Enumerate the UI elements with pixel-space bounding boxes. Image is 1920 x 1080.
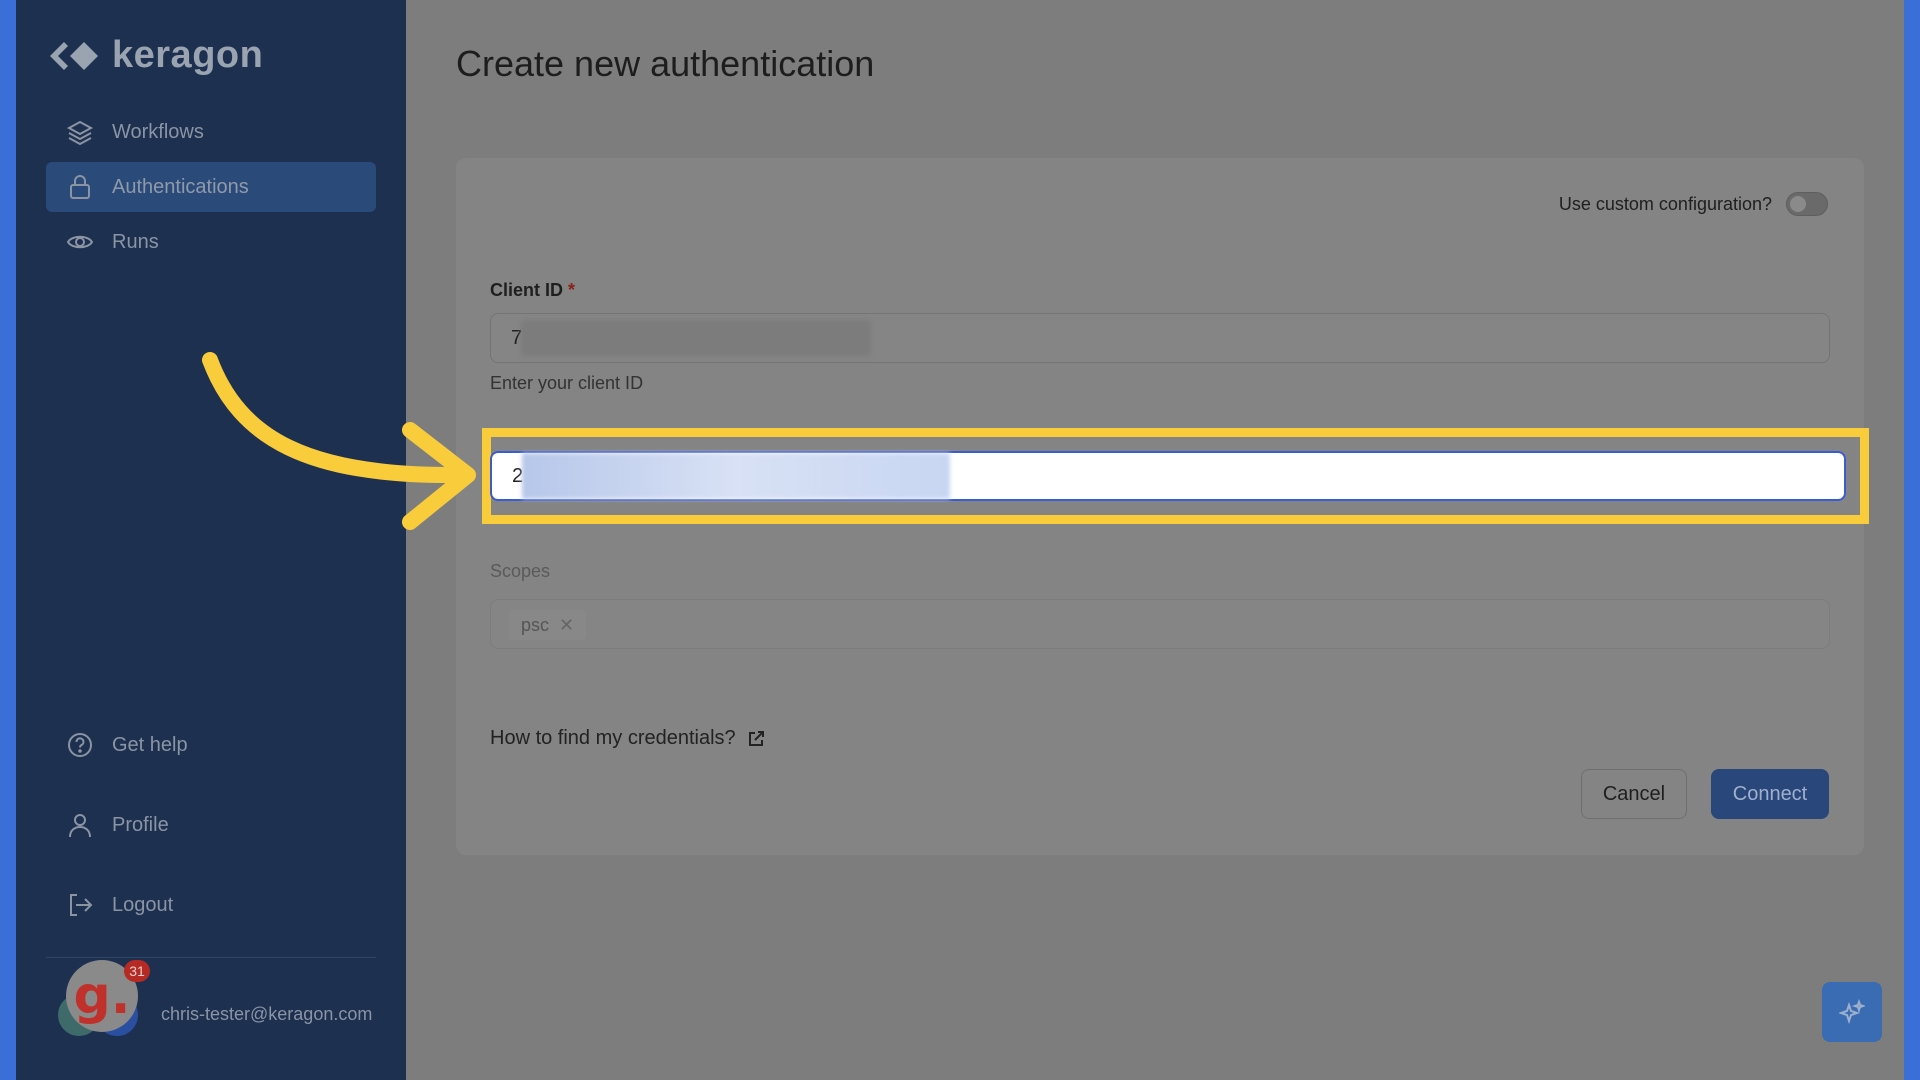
scopes-label: Scopes [490, 561, 551, 581]
layers-icon [66, 120, 94, 146]
keragon-logo-icon [50, 41, 98, 70]
external-link-icon [748, 730, 764, 746]
client-secret-input[interactable]: 2 [490, 451, 1846, 501]
sidebar-item-label: Workflows [112, 120, 204, 143]
client-id-label: Client ID * [490, 280, 575, 301]
custom-config-row: Use custom configuration? [1559, 192, 1828, 216]
sidebar-divider [46, 957, 376, 958]
sidebar-bottom-nav: Get help Profile Logout [46, 720, 376, 960]
client-id-label-text: Client ID [490, 280, 564, 300]
logout-icon [70, 894, 93, 916]
help-link-text: How to find my credentials? [490, 727, 736, 749]
sidebar-item-label: Logout [112, 893, 174, 916]
sidebar-item-get-help[interactable]: Get help [46, 720, 376, 770]
logo[interactable]: keragon [46, 34, 263, 77]
scope-chip-label: psc [521, 615, 550, 635]
connect-button[interactable]: Connect [1711, 769, 1829, 819]
user-icon [69, 814, 91, 838]
sidebar-item-authentications[interactable]: Authentications [46, 162, 376, 212]
sidebar-item-label: Authentications [112, 175, 249, 198]
user-profile[interactable]: g. 31 chris-tester@keragon.com [46, 960, 386, 1040]
scopes-input[interactable]: psc ✕ [490, 599, 1830, 649]
client-id-hint: Enter your client ID [490, 373, 644, 393]
redacted-value [522, 453, 950, 499]
client-id-input[interactable]: 7 [490, 313, 1830, 363]
lock-icon [70, 175, 90, 199]
remove-chip-icon[interactable]: ✕ [559, 610, 574, 640]
redacted-value [521, 320, 871, 356]
toggle-knob [1790, 196, 1806, 212]
custom-config-toggle[interactable] [1786, 192, 1828, 216]
sidebar-item-label: Runs [112, 230, 159, 253]
sidebar-nav: Workflows Authentications Runs [46, 107, 376, 272]
notification-count-badge: 31 [124, 960, 150, 982]
sidebar-item-logout[interactable]: Logout [46, 880, 376, 930]
main-content: Create new authentication Use custom con… [406, 0, 1904, 1080]
assistant-button[interactable] [1822, 982, 1882, 1042]
required-mark: * [568, 280, 576, 300]
sidebar-item-runs[interactable]: Runs [46, 217, 376, 267]
user-email: chris-tester@keragon.com [161, 1004, 373, 1024]
sidebar-item-workflows[interactable]: Workflows [46, 107, 376, 157]
cancel-button[interactable]: Cancel [1581, 769, 1687, 819]
sidebar-item-label: Get help [112, 733, 188, 756]
credentials-help-link[interactable]: How to find my credentials? [490, 727, 766, 750]
pointer-arrow-icon [202, 352, 476, 530]
sidebar-item-profile[interactable]: Profile [46, 800, 376, 850]
eye-icon [66, 235, 94, 249]
logo-text: keragon [112, 34, 264, 76]
help-circle-icon [68, 733, 92, 757]
sidebar: keragon Workflows Authentications Runs G… [16, 0, 406, 1080]
app-frame: keragon Workflows Authentications Runs G… [16, 0, 1904, 1080]
sidebar-item-label: Profile [112, 813, 169, 836]
scope-chip: psc ✕ [509, 610, 587, 640]
sparkle-icon [1839, 999, 1865, 1025]
custom-config-label: Use custom configuration? [1558, 193, 1772, 214]
page-title: Create new authentication [456, 43, 875, 84]
